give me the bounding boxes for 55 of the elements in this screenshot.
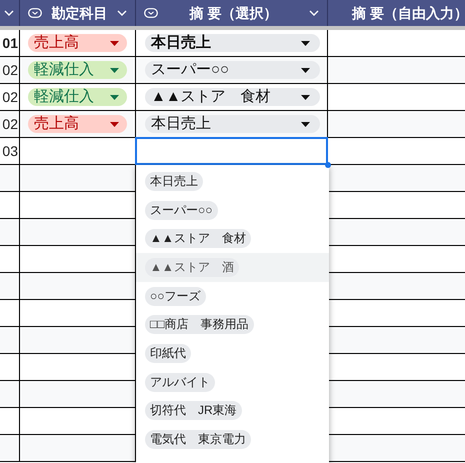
table-cell-text: 02 xyxy=(1,114,19,134)
category-chip[interactable]: 軽減仕入 xyxy=(28,88,127,106)
caret-icon xyxy=(301,40,310,46)
category-chip[interactable]: 売上高 xyxy=(28,34,127,52)
chip-icon xyxy=(144,8,158,18)
fill-handle[interactable] xyxy=(325,162,331,168)
table-cell-text: 03 xyxy=(1,142,19,160)
column-header[interactable] xyxy=(0,0,20,26)
caret-icon xyxy=(301,68,310,72)
table-cell-text: 01 xyxy=(1,34,19,52)
summary-chip[interactable]: ▲▲ストア 食材 xyxy=(145,88,320,106)
dropdown-option[interactable]: 電気代 東京電力 xyxy=(136,425,329,454)
summary-chip[interactable]: 本日売上 xyxy=(145,34,320,52)
column-title: 勘定科目 xyxy=(50,4,108,22)
caret-icon xyxy=(301,94,310,100)
column-header[interactable]: 摘 要（自由入力） xyxy=(328,0,465,26)
chevron-down-icon[interactable] xyxy=(309,10,319,16)
caret-icon xyxy=(110,122,119,126)
dropdown-option[interactable]: 切符代 JR東海 xyxy=(136,396,329,426)
option-chip: ○○フーズ xyxy=(145,286,206,306)
dropdown-option[interactable]: 本日売上 xyxy=(136,167,329,196)
active-cell[interactable] xyxy=(135,137,328,165)
dropdown-option[interactable]: スーパー○○ xyxy=(136,196,329,224)
column-header[interactable]: 摘 要（選択） xyxy=(136,0,328,26)
option-chip: 本日売上 xyxy=(145,172,203,191)
caret-icon xyxy=(110,94,119,100)
column-title: 摘 要（自由入力） xyxy=(350,4,465,23)
dropdown-option[interactable]: 印紙代 xyxy=(136,339,329,368)
column-header[interactable]: 勘定科目 xyxy=(20,0,136,26)
option-chip: スーパー○○ xyxy=(145,200,218,220)
summary-chip[interactable]: スーパー○○ xyxy=(145,61,320,79)
dropdown-option[interactable]: ▲▲ストア 酒 xyxy=(136,253,329,282)
dropdown-option[interactable]: ▲▲ストア 食材 xyxy=(136,224,329,254)
option-chip: □□商店 事務用品 xyxy=(145,315,254,334)
table-cell-text: 02 xyxy=(1,60,19,80)
option-chip: 電気代 東京電力 xyxy=(145,430,251,450)
chevron-down-icon[interactable] xyxy=(117,10,127,16)
category-chip[interactable]: 売上高 xyxy=(28,115,127,133)
option-chip: ▲▲ストア 食材 xyxy=(145,229,251,248)
category-chip[interactable]: 軽減仕入 xyxy=(28,61,127,79)
dropdown-option[interactable]: □□商店 事務用品 xyxy=(136,310,329,340)
option-chip: ▲▲ストア 酒 xyxy=(145,258,239,277)
caret-icon xyxy=(110,68,119,72)
summary-chip[interactable]: 本日売上 xyxy=(145,115,320,133)
table-cell-text: 02 xyxy=(1,88,19,106)
column-title: 摘 要（選択） xyxy=(188,4,278,23)
option-chip: 切符代 JR東海 xyxy=(145,401,242,420)
dropdown-option[interactable]: アルバイト xyxy=(136,368,329,396)
dropdown-option[interactable]: ○○フーズ xyxy=(136,282,329,310)
option-chip: アルバイト xyxy=(145,372,215,392)
caret-icon xyxy=(110,40,119,46)
chip-icon xyxy=(28,8,42,18)
option-chip: 印紙代 xyxy=(145,344,191,363)
caret-icon xyxy=(301,122,310,126)
chevron-down-icon[interactable] xyxy=(4,10,14,16)
